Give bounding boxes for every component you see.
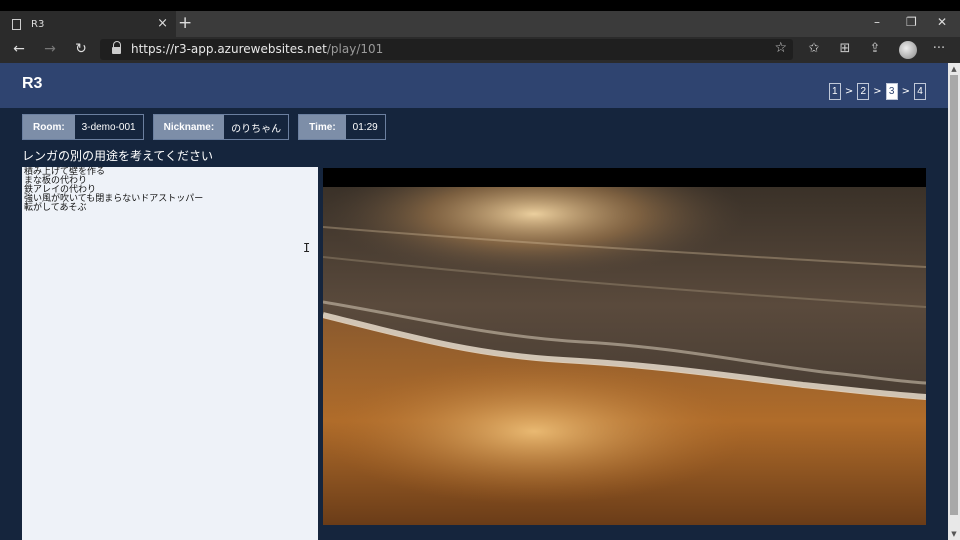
page-1-button[interactable]: 1 <box>828 83 841 100</box>
pager-separator: > <box>901 86 910 97</box>
url-field[interactable]: https://r3-app.azurewebsites.net/play/10… <box>100 39 793 60</box>
nickname-info: Nickname: のりちゃん <box>152 114 290 140</box>
back-icon[interactable]: ← <box>10 41 28 57</box>
window-close-icon[interactable]: ✕ <box>937 15 947 29</box>
question-prompt: レンガの別の用途を考えてください <box>22 149 214 163</box>
page-scrollbar[interactable]: ▲ ▼ <box>948 63 960 540</box>
browser-tabstrip: R3 × + – ❐ ✕ <box>0 11 960 37</box>
new-tab-icon[interactable]: + <box>178 13 194 33</box>
pager-separator: > <box>844 86 854 97</box>
session-info: Room: 3-demo-001 Nickname: のりちゃん Time: 0… <box>22 114 386 140</box>
app-header: R3 1 > 2 > 3 > 4 <box>0 63 948 108</box>
address-bar: ← → ↻ https://r3-app.azurewebsites.net/p… <box>0 37 960 63</box>
tab-title: R3 <box>31 18 45 30</box>
url-host: https://r3-app.azurewebsites.net <box>131 42 327 56</box>
scroll-down-icon[interactable]: ▼ <box>948 528 960 540</box>
beach-sunset-video-frame <box>323 187 926 525</box>
time-label: Time: <box>299 115 346 139</box>
pager-separator: > <box>873 86 882 97</box>
nickname-value: のりちゃん <box>224 115 289 139</box>
favorites-icon[interactable]: ✩ <box>805 41 823 56</box>
minimize-icon[interactable]: – <box>874 15 880 29</box>
page-4-button[interactable]: 4 <box>914 83 926 100</box>
url-path: /play/101 <box>326 42 384 56</box>
restore-icon[interactable]: ❐ <box>906 15 917 29</box>
time-info: Time: 01:29 <box>298 114 386 140</box>
app-title: R3 <box>22 75 43 92</box>
app-page: R3 1 > 2 > 3 > 4 Room: 3-demo-001 Nickna… <box>0 63 948 540</box>
scroll-up-icon[interactable]: ▲ <box>948 63 960 75</box>
page-icon <box>12 18 21 30</box>
pager: 1 > 2 > 3 > 4 <box>828 83 926 100</box>
browser-tab[interactable]: R3 × <box>0 11 176 37</box>
profile-avatar[interactable] <box>899 41 917 59</box>
favorite-star-icon[interactable]: ☆ <box>774 40 787 56</box>
room-label: Room: <box>23 115 75 139</box>
more-icon[interactable]: ··· <box>930 41 948 56</box>
screen-top-border <box>0 0 960 11</box>
url-text: https://r3-app.azurewebsites.net/play/10… <box>131 42 383 56</box>
scroll-thumb[interactable] <box>950 75 958 515</box>
lock-icon <box>112 41 121 54</box>
collections-icon[interactable]: ⊞ <box>836 41 854 56</box>
video-player[interactable] <box>323 168 926 525</box>
page-3-button[interactable]: 3 <box>885 83 898 100</box>
nickname-label: Nickname: <box>153 115 225 139</box>
room-info: Room: 3-demo-001 <box>22 114 144 140</box>
tab-close-icon[interactable]: × <box>157 16 168 31</box>
room-value: 3-demo-001 <box>74 115 143 139</box>
answer-textarea[interactable]: 積み上げて壁を作る まな板の代わり 鉄アレイの代わり 強い風が吹いても閉まらない… <box>22 167 318 540</box>
refresh-icon[interactable]: ↻ <box>72 41 90 57</box>
text-cursor-icon: I <box>303 241 311 255</box>
time-value: 01:29 <box>345 115 385 139</box>
page-2-button[interactable]: 2 <box>857 83 870 100</box>
forward-icon[interactable]: → <box>41 41 59 57</box>
share-icon[interactable]: ⇪ <box>866 41 884 56</box>
